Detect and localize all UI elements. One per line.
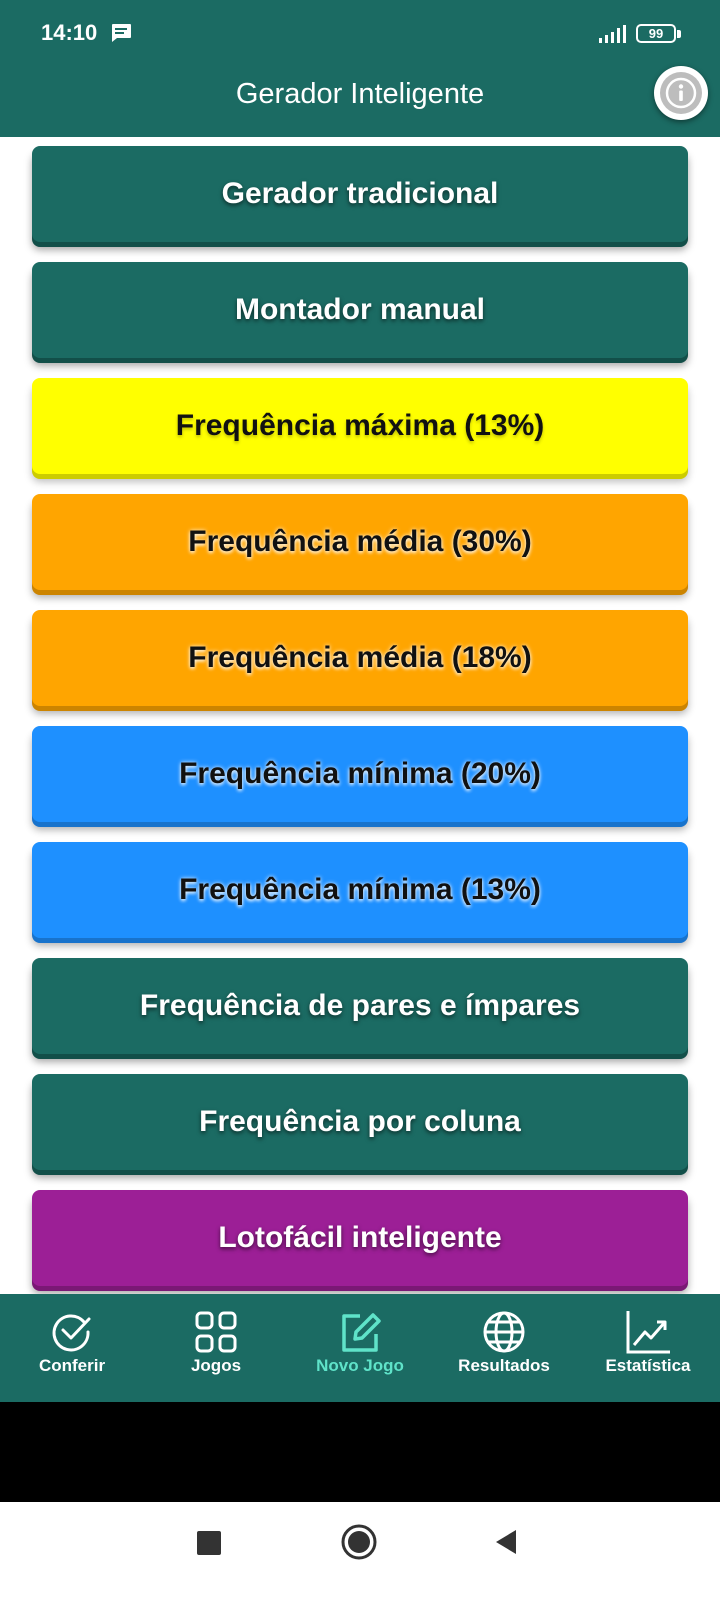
option-pares-impares[interactable]: Frequência de pares e ímpares xyxy=(32,958,688,1054)
nav-novo-jogo[interactable]: Novo Jogo xyxy=(288,1294,432,1402)
option-lotofacil-inteligente[interactable]: Lotofácil inteligente xyxy=(32,1190,688,1286)
nav-label-conferir: Conferir xyxy=(38,1356,106,1375)
check-circle-icon xyxy=(52,1314,91,1352)
info-icon xyxy=(665,77,697,109)
option-frequencia-minima-20[interactable]: Frequência mínima (20%) xyxy=(32,726,688,822)
nav-resultados[interactable]: Resultados xyxy=(432,1294,576,1402)
message-icon xyxy=(112,24,131,42)
globe-icon xyxy=(483,1311,525,1353)
bottom-navigation: Conferir Jogos Novo Jogo Resultados Esta… xyxy=(0,1294,720,1402)
nav-label-resultados: Resultados xyxy=(458,1356,550,1375)
empty-area xyxy=(0,1402,720,1502)
battery-level: 99 xyxy=(648,26,664,41)
nav-label-novo-jogo: Novo Jogo xyxy=(316,1356,404,1375)
signal-icon xyxy=(599,25,626,43)
home-button[interactable] xyxy=(341,1524,377,1560)
edit-icon xyxy=(342,1313,381,1352)
trending-up-icon xyxy=(626,1311,670,1354)
app-bar: 14:10 99 Gerador Inteligente xyxy=(0,0,720,137)
nav-label-estatistica: Estatística xyxy=(605,1356,691,1375)
nav-jogos[interactable]: Jogos xyxy=(144,1294,288,1402)
battery-icon: 99 xyxy=(636,24,681,43)
nav-label-jogos: Jogos xyxy=(190,1356,242,1375)
generator-options-list: Gerador tradicional Montador manual Freq… xyxy=(32,146,688,1306)
option-frequencia-por-coluna[interactable]: Frequência por coluna xyxy=(32,1074,688,1170)
system-navigation-bar xyxy=(0,1502,720,1600)
option-frequencia-maxima[interactable]: Frequência máxima (13%) xyxy=(32,378,688,474)
option-frequencia-minima-13[interactable]: Frequência mínima (13%) xyxy=(32,842,688,938)
nav-conferir[interactable]: Conferir xyxy=(0,1294,144,1402)
option-montador-manual[interactable]: Montador manual xyxy=(32,262,688,358)
page-title: Gerador Inteligente xyxy=(235,78,485,110)
option-frequencia-media-30[interactable]: Frequência média (30%) xyxy=(32,494,688,590)
info-button[interactable] xyxy=(654,66,708,120)
option-gerador-tradicional[interactable]: Gerador tradicional xyxy=(32,146,688,242)
nav-estatistica[interactable]: Estatística xyxy=(576,1294,720,1402)
grid-icon xyxy=(195,1311,237,1353)
option-frequencia-media-18[interactable]: Frequência média (18%) xyxy=(32,610,688,706)
back-button[interactable] xyxy=(494,1529,518,1555)
recent-apps-button[interactable] xyxy=(197,1531,221,1555)
status-time: 14:10 xyxy=(41,20,98,45)
